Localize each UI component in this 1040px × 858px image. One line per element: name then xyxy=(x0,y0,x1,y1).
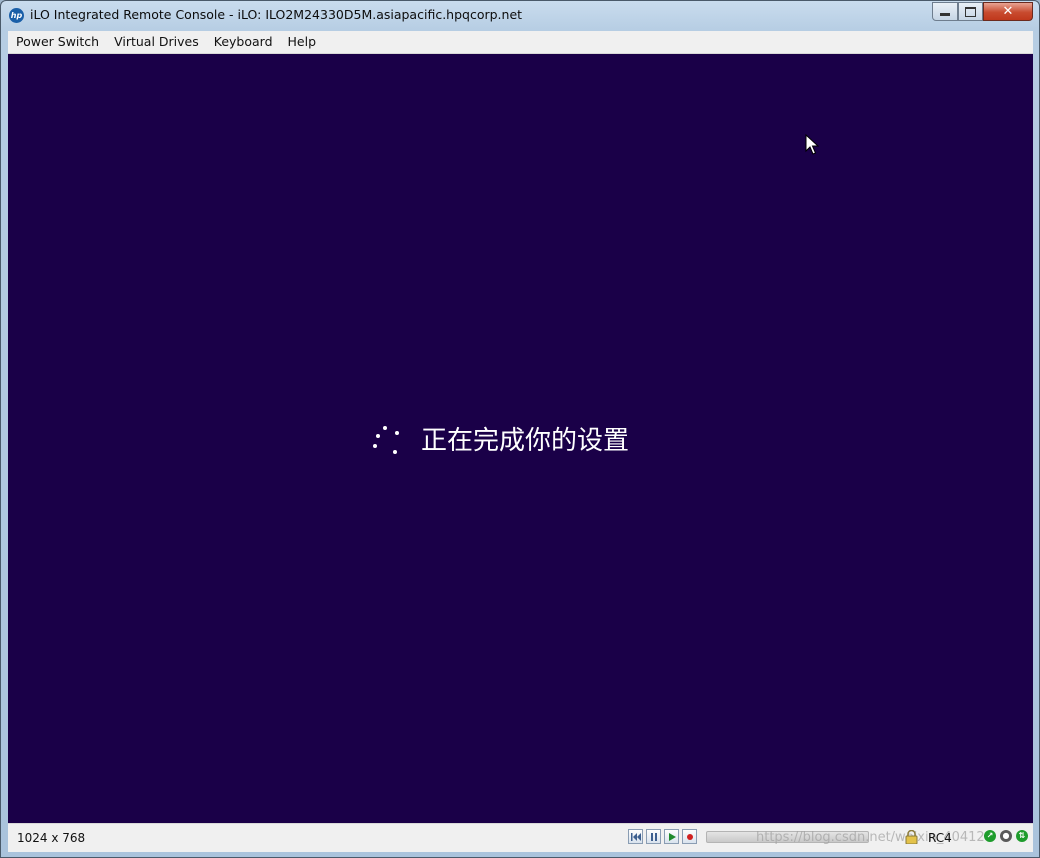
led-green-icon: ⇅ xyxy=(1016,830,1028,842)
window-title: iLO Integrated Remote Console - iLO: ILO… xyxy=(30,7,523,22)
mouse-pointer-icon xyxy=(805,134,819,155)
setup-status-text: 正在完成你的设置 xyxy=(421,426,630,456)
pause-icon xyxy=(650,832,657,841)
minimize-icon xyxy=(940,13,950,16)
maximize-icon xyxy=(965,6,976,17)
padlock-icon xyxy=(905,830,918,844)
led-gray-icon: ● xyxy=(1000,830,1012,842)
record-button[interactable] xyxy=(682,829,697,844)
hp-logo-icon: hp xyxy=(9,8,24,23)
play-icon xyxy=(668,832,676,841)
menu-help[interactable]: Help xyxy=(281,32,324,52)
close-button[interactable]: ✕ xyxy=(983,2,1033,21)
rewind-button[interactable] xyxy=(628,829,643,844)
menu-virtual-drives[interactable]: Virtual Drives xyxy=(107,32,206,52)
led-green-icon: ↗ xyxy=(984,830,996,842)
rewind-icon xyxy=(630,832,641,841)
resolution-label: 1024 x 768 xyxy=(17,831,86,845)
pause-button[interactable] xyxy=(646,829,661,844)
status-bar: 1024 x 768 https://blog.csdn.net/weixin_… xyxy=(8,823,1033,852)
close-icon: ✕ xyxy=(1002,4,1014,19)
encryption-label: RC4 xyxy=(928,831,952,845)
record-icon xyxy=(686,833,693,840)
remote-console-screen[interactable]: 正在完成你的设置 xyxy=(8,54,1033,823)
menu-power-switch[interactable]: Power Switch xyxy=(9,32,106,52)
loading-dots-icon xyxy=(373,426,401,456)
minimize-button[interactable] xyxy=(932,2,958,21)
playback-progress-bar[interactable] xyxy=(706,831,869,843)
menu-keyboard[interactable]: Keyboard xyxy=(207,32,280,52)
menu-bar: Power Switch Virtual Drives Keyboard Hel… xyxy=(8,31,1033,54)
maximize-button[interactable] xyxy=(958,2,983,21)
play-button[interactable] xyxy=(664,829,679,844)
title-bar[interactable]: hp iLO Integrated Remote Console - iLO: … xyxy=(1,1,1039,30)
ilo-remote-console-window: hp iLO Integrated Remote Console - iLO: … xyxy=(0,0,1040,858)
